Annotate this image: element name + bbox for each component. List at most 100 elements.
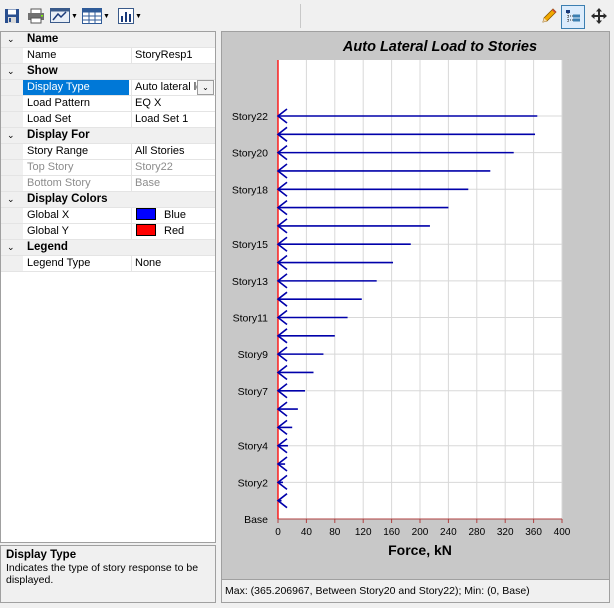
- property-name: Global X: [27, 209, 70, 221]
- property-name: Display Type: [23, 80, 129, 95]
- property-help-panel: Display Type Indicates the type of story…: [0, 545, 216, 603]
- color-name: Blue: [164, 209, 187, 221]
- category-legend[interactable]: ⌄ Legend: [1, 240, 215, 256]
- display-type-select[interactable]: Auto lateral lo ⌄: [131, 80, 215, 95]
- story-force-chart[interactable]: Auto Lateral Load to Stories 0 40 80 120 160 2…: [222, 32, 609, 579]
- property-grid: ⌄ Name Name StoryResp1 ⌄ Show Display Ty…: [0, 31, 216, 543]
- load-set-value-field[interactable]: Load Set 1: [131, 112, 215, 127]
- x-tick-label: 200: [412, 527, 429, 538]
- y-tick-label: Story9: [238, 349, 269, 361]
- tree-view-button[interactable]: [561, 5, 585, 29]
- y-tick-label: Story7: [238, 386, 269, 398]
- chevron-down-icon[interactable]: ⌄: [197, 80, 214, 95]
- y-tick-label: Story20: [232, 148, 268, 160]
- print-icon: [28, 8, 44, 24]
- property-name: Story Range: [27, 145, 89, 157]
- category-label: Show: [27, 65, 58, 77]
- x-tick-label: 40: [301, 527, 313, 538]
- row-gutter: [1, 224, 23, 239]
- save-icon: [5, 9, 19, 23]
- y-tick-label: Story22: [232, 111, 268, 123]
- row-gutter: [1, 208, 23, 223]
- report-button[interactable]: ▼: [118, 6, 142, 26]
- property-row-story-range[interactable]: Story Range All Stories: [1, 144, 215, 160]
- chart-title: Auto Lateral Load to Stories: [342, 39, 537, 55]
- load-pattern-value-field[interactable]: EQ X: [131, 96, 215, 111]
- category-display-for[interactable]: ⌄ Display For: [1, 128, 215, 144]
- display-options-button[interactable]: ▼: [50, 6, 78, 26]
- x-tick-label: 400: [554, 527, 571, 538]
- display-options-icon: [50, 8, 70, 23]
- color-name: Red: [164, 225, 185, 237]
- property-name: Legend Type: [27, 257, 91, 269]
- save-button[interactable]: [4, 6, 20, 26]
- category-name[interactable]: ⌄ Name: [1, 32, 215, 48]
- global-x-color-field[interactable]: Blue: [131, 208, 215, 223]
- color-swatch: [136, 208, 156, 220]
- y-tick-label: Base: [244, 514, 268, 526]
- pencil-icon: [542, 8, 557, 23]
- property-name: Bottom Story: [27, 177, 91, 189]
- table-button[interactable]: ▼: [82, 6, 110, 26]
- chevron-down-icon[interactable]: ⌄: [7, 242, 15, 253]
- move-button[interactable]: [590, 6, 608, 26]
- status-bar: Max: (365.206967, Between Story20 and St…: [222, 579, 609, 602]
- row-gutter: [1, 176, 23, 191]
- display-type-value: Auto lateral lo: [135, 81, 203, 93]
- category-show[interactable]: ⌄ Show: [1, 64, 215, 80]
- property-row-display-type[interactable]: Display Type Auto lateral lo ⌄: [1, 80, 215, 96]
- row-gutter: [1, 256, 23, 271]
- chevron-down-icon[interactable]: ⌄: [7, 194, 15, 205]
- row-gutter: [1, 160, 23, 175]
- legend-type-value-field[interactable]: None: [131, 256, 215, 271]
- x-tick-label: 320: [497, 527, 514, 538]
- category-display-colors[interactable]: ⌄ Display Colors: [1, 192, 215, 208]
- x-tick-label: 360: [525, 527, 542, 538]
- toolbar-separator: [300, 4, 301, 28]
- x-tick-label: 160: [383, 527, 400, 538]
- property-row-global-y[interactable]: Global Y Red: [1, 224, 215, 240]
- chart-panel: Auto Lateral Load to Stories 0 40 80 120 160 2…: [221, 31, 610, 603]
- help-text: Indicates the type of story response to …: [6, 562, 199, 586]
- property-row-name[interactable]: Name StoryResp1: [1, 48, 215, 64]
- x-axis-label: Force, kN: [388, 542, 452, 558]
- x-tick-label: 80: [329, 527, 341, 538]
- y-tick-label: Story4: [238, 441, 269, 453]
- property-name: Top Story: [27, 161, 74, 173]
- y-tick-label: Story18: [232, 184, 268, 196]
- category-label: Legend: [27, 241, 68, 253]
- name-value-field[interactable]: StoryResp1: [131, 48, 215, 63]
- row-gutter: [1, 112, 23, 127]
- property-row-legend-type[interactable]: Legend Type None: [1, 256, 215, 272]
- property-row-load-set[interactable]: Load Set Load Set 1: [1, 112, 215, 128]
- property-name: Global Y: [27, 225, 69, 237]
- y-tick-label: Story15: [232, 239, 268, 251]
- row-gutter: [1, 48, 23, 63]
- chevron-down-icon: ▼: [71, 12, 78, 20]
- category-label: Display For: [27, 129, 90, 141]
- chevron-down-icon: ▼: [135, 12, 142, 20]
- edit-button[interactable]: [540, 6, 558, 26]
- x-tick-label: 0: [275, 527, 281, 538]
- y-tick-label: Story2: [238, 477, 269, 489]
- story-range-value-field[interactable]: All Stories: [131, 144, 215, 159]
- property-row-global-x[interactable]: Global X Blue: [1, 208, 215, 224]
- property-name: Load Set: [27, 113, 72, 125]
- help-title: Display Type: [6, 549, 77, 561]
- property-name: Load Pattern: [27, 97, 90, 109]
- bottom-story-value-field: Base: [131, 176, 215, 191]
- chevron-down-icon[interactable]: ⌄: [7, 34, 15, 45]
- property-row-load-pattern[interactable]: Load Pattern EQ X: [1, 96, 215, 112]
- top-story-value-field: Story22: [131, 160, 215, 175]
- print-button[interactable]: [27, 6, 45, 26]
- chevron-down-icon[interactable]: ⌄: [7, 130, 15, 141]
- property-row-bottom-story: Bottom Story Base: [1, 176, 215, 192]
- row-gutter: [1, 96, 23, 111]
- property-name: Name: [27, 49, 57, 61]
- move-icon: [591, 8, 607, 24]
- y-tick-label: Story11: [233, 313, 269, 325]
- chevron-down-icon[interactable]: ⌄: [7, 66, 15, 77]
- x-tick-label: 240: [440, 527, 457, 538]
- global-y-color-field[interactable]: Red: [131, 224, 215, 239]
- report-icon: [118, 8, 134, 24]
